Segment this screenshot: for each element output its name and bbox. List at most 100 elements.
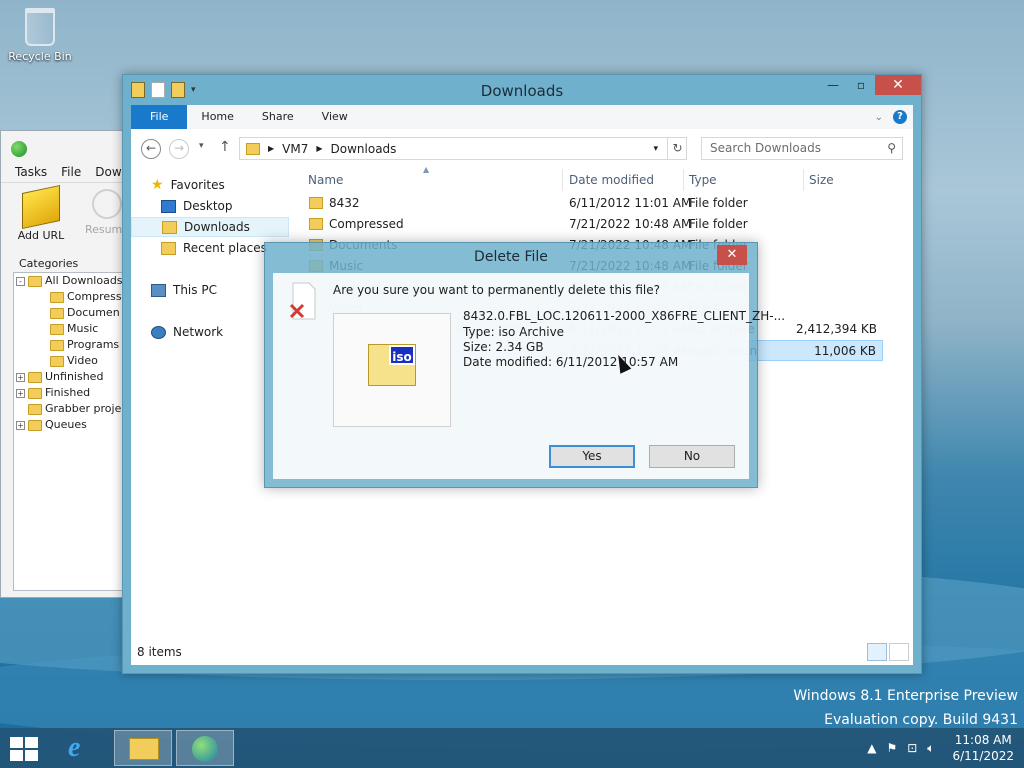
tree-expander-icon[interactable]: + [16, 388, 25, 398]
forward-button[interactable]: → [169, 139, 189, 159]
taskbar-internet-explorer[interactable]: e [54, 730, 112, 766]
column-size[interactable]: Size [809, 173, 834, 187]
search-input[interactable]: Search Downloads ⚲ [701, 137, 903, 160]
idm-menu-tasks[interactable]: Tasks [15, 165, 47, 182]
no-button[interactable]: No [649, 445, 735, 468]
search-placeholder: Search Downloads [710, 141, 821, 155]
refresh-button[interactable]: ↻ [667, 138, 687, 159]
column-separator[interactable] [683, 169, 684, 191]
taskbar-file-explorer[interactable] [114, 730, 172, 766]
minimize-button[interactable]: — [819, 75, 847, 95]
yes-button[interactable]: Yes [549, 445, 635, 468]
column-name[interactable]: Name [308, 173, 343, 187]
windows-logo-icon [25, 750, 38, 761]
taskbar-idm[interactable] [176, 730, 234, 766]
tree-item[interactable]: - All Downloads [14, 273, 133, 289]
network-status-icon[interactable]: ⊡ [907, 741, 917, 755]
recycle-bin[interactable]: Recycle Bin [2, 8, 78, 63]
column-date[interactable]: Date modified [569, 173, 654, 187]
large-icons-view-button[interactable] [889, 643, 909, 661]
tree-item[interactable]: Video [14, 353, 133, 369]
breadcrumb-separator-icon[interactable]: ▶ [268, 144, 274, 153]
nav-desktop[interactable]: Desktop [161, 196, 233, 216]
tree-item[interactable]: + Queues [14, 417, 133, 433]
tree-item-label: Unfinished [45, 370, 104, 383]
nav-network[interactable]: Network [151, 322, 223, 342]
folder-icon [309, 197, 323, 209]
volume-muted-icon[interactable]: 🔈︎ [927, 741, 934, 756]
category-folder-icon [50, 339, 64, 351]
tree-item-label: Music [67, 322, 99, 335]
column-separator[interactable] [562, 169, 563, 191]
category-folder-icon [50, 307, 64, 319]
tab-home[interactable]: Home [187, 105, 247, 129]
add-url-icon [22, 184, 60, 230]
breadcrumb-current[interactable]: Downloads [331, 142, 397, 156]
nav-favorites[interactable]: ★ Favorites [151, 175, 225, 195]
tab-share[interactable]: Share [248, 105, 308, 129]
dialog-close-button[interactable]: ✕ [717, 245, 747, 265]
nav-favorites-label: Favorites [170, 178, 225, 192]
recent-locations-icon[interactable]: ▾ [199, 141, 204, 151]
start-button[interactable] [10, 737, 38, 761]
nav-downloads-label: Downloads [184, 220, 250, 234]
tree-item[interactable]: + Finished [14, 385, 133, 401]
tree-item[interactable]: Programs [14, 337, 133, 353]
file-row[interactable]: 8432 6/11/2012 11:01 AM File folder [301, 193, 883, 214]
title-bar[interactable]: ▾ Downloads — ▫ ✕ [123, 75, 921, 105]
category-folder-icon [28, 275, 42, 287]
file-preview: iso [333, 313, 451, 427]
up-button[interactable]: ↑ [219, 139, 231, 155]
idm-menu-file[interactable]: File [61, 165, 81, 182]
breadcrumb-root[interactable]: VM7 [282, 142, 308, 156]
file-name-cell: Compressed [329, 217, 404, 231]
tree-expander-icon[interactable]: - [16, 276, 25, 286]
column-type[interactable]: Type [689, 173, 717, 187]
nav-downloads[interactable]: Downloads [131, 217, 289, 237]
add-url-label: Add URL [17, 229, 65, 242]
clock-time: 11:08 AM [954, 733, 1012, 747]
file-name: 8432.0.FBL_LOC.120611-2000_X86FRE_CLIENT… [463, 309, 786, 323]
system-tray: ▲ ⚑ ⊡ 🔈︎ 11:08 AM 6/11/2022 [867, 728, 1014, 768]
tree-item[interactable]: Grabber proje [14, 401, 133, 417]
tree-item[interactable]: Documen [14, 305, 133, 321]
tree-item[interactable]: Music [14, 321, 133, 337]
add-url-button[interactable]: Add URL [11, 184, 71, 242]
ribbon-tabs: File Home Share View ⌄ ? [131, 105, 913, 129]
tree-expander-icon[interactable]: + [16, 420, 25, 430]
clock[interactable]: 11:08 AM 6/11/2022 [952, 732, 1014, 764]
tree-item[interactable]: Compress [14, 289, 133, 305]
show-hidden-icons-icon[interactable]: ▲ [867, 741, 876, 755]
window-title: Downloads [480, 82, 564, 100]
address-dropdown-icon[interactable]: ▾ [653, 144, 658, 154]
back-button[interactable]: ← [141, 139, 161, 159]
status-bar: 8 items [131, 639, 913, 665]
nav-this-pc[interactable]: This PC [151, 280, 217, 300]
tree-expander-icon[interactable]: + [16, 372, 25, 382]
window-controls: — ▫ ✕ [819, 75, 921, 95]
tab-file[interactable]: File [131, 105, 188, 129]
details-view-button[interactable] [867, 643, 887, 661]
file-row[interactable]: Compressed 7/21/2022 10:48 AM File folder [301, 214, 883, 235]
tree-item[interactable]: + Unfinished [14, 369, 133, 385]
star-icon: ★ [151, 177, 164, 193]
action-center-flag-icon[interactable]: ⚑ [886, 741, 897, 755]
column-separator[interactable] [803, 169, 804, 191]
breadcrumb-separator-icon[interactable]: ▶ [316, 144, 322, 153]
file-type-cell: File folder [689, 217, 748, 231]
category-tree[interactable]: - All Downloads Compress Documen Music Progra… [13, 272, 134, 591]
category-folder-icon [50, 323, 64, 335]
file-explorer-icon [129, 738, 159, 760]
help-icon[interactable]: ? [893, 110, 907, 124]
tab-view[interactable]: View [308, 105, 362, 129]
expand-ribbon-icon[interactable]: ⌄ [875, 112, 883, 123]
nav-recent-places[interactable]: Recent places [161, 238, 267, 258]
search-icon[interactable]: ⚲ [887, 138, 896, 159]
close-button[interactable]: ✕ [875, 75, 921, 95]
category-folder-icon [50, 355, 64, 367]
maximize-button[interactable]: ▫ [847, 75, 875, 95]
delete-file-dialog[interactable]: Delete File ✕ Are you sure you want to p… [264, 242, 785, 488]
address-bar[interactable]: ▶ VM7 ▶ Downloads ▾ [239, 137, 687, 160]
tree-item-label: Programs [67, 338, 120, 351]
idm-window[interactable]: Tasks File Down Add URL Resume Categorie… [0, 130, 135, 598]
